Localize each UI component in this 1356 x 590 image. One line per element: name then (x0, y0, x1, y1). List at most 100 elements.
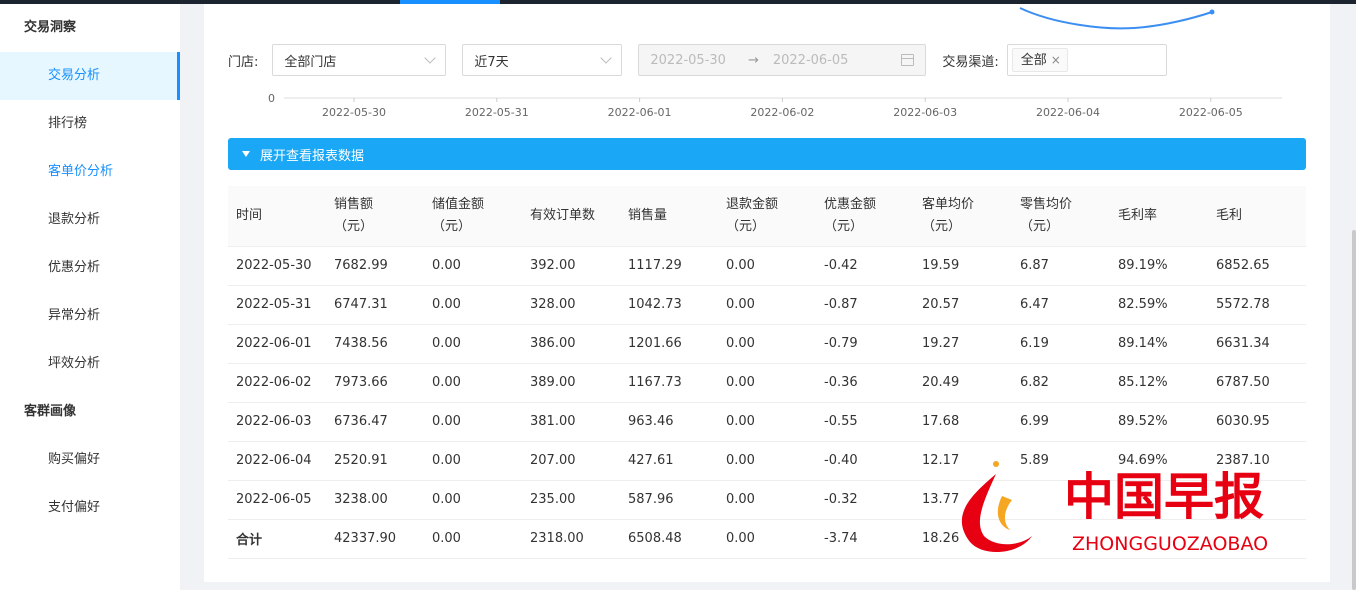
table-total-cell: -3.74 (816, 519, 914, 559)
table-cell: 0.00 (718, 363, 816, 403)
table-total-cell: 0.00 (424, 519, 522, 559)
date-range-picker[interactable]: 2022-05-30 → 2022-06-05 (638, 44, 927, 76)
chart-y-tick-label: 0 (268, 92, 275, 105)
table-cell: 2022-06-05 (228, 480, 326, 520)
table-cell: 389.00 (522, 363, 620, 403)
sidebar-group-title: 客群画像 (24, 404, 77, 419)
table-cell: -0.42 (816, 246, 914, 286)
table-header-cell: 销售量 (620, 186, 718, 247)
table-cell: 0.00 (424, 402, 522, 442)
close-icon[interactable]: × (1051, 53, 1061, 67)
table-cell: 6030.95 (1208, 402, 1306, 442)
table-cell: 328.00 (522, 285, 620, 325)
table-header-text: 毛利 (1216, 207, 1243, 223)
sidebar-item[interactable]: 异常分析 (0, 292, 180, 340)
table-cell: -0.32 (816, 480, 914, 520)
table-cell (1012, 480, 1110, 520)
table-header-cell: 储值金额 （元） (424, 186, 522, 247)
expand-report-label: 展开查看报表数据 (260, 148, 365, 164)
table-cell: 5.89 (1012, 441, 1110, 481)
date-range-arrow: → (747, 52, 759, 68)
sidebar-item[interactable]: 坪效分析 (0, 340, 180, 388)
table-cell: 0.00 (424, 480, 522, 520)
table-header-text: 销售量 (628, 207, 668, 223)
table-total-cell: 42337.90 (326, 519, 424, 559)
period-select[interactable]: 近7天 (462, 44, 623, 76)
report-table: 时间 销售额 （元） 储值金额 （元） 有效订单数 销售量 退款金额 （元） 优惠金额 （元） 客单均… (228, 186, 1306, 559)
table-total-cell: 0.00 (718, 519, 816, 559)
sidebar-item[interactable]: 优惠分析 (0, 244, 180, 292)
channel-tag: 全部 × (1011, 48, 1068, 72)
table-cell: 1117.29 (620, 246, 718, 286)
date-range-start: 2022-05-30 (650, 52, 726, 68)
table-cell: 19.59 (914, 246, 1012, 286)
table-row: 2022-06-03 6736.47 0.00 381.00 963.46 0.00 -0.… (228, 402, 1306, 442)
table-cell: 0.00 (718, 324, 816, 364)
table-total-cell: 2318.00 (522, 519, 620, 559)
table-header-cell: 毛利 (1208, 186, 1306, 247)
channel-select[interactable]: 全部 × (1006, 44, 1167, 76)
sidebar-item[interactable]: 排行榜 (0, 100, 180, 148)
table-cell: 5572.78 (1208, 285, 1306, 325)
table-cell: 0.00 (424, 441, 522, 481)
table-cell: 386.00 (522, 324, 620, 364)
sidebar-item[interactable]: 购买偏好 (0, 436, 180, 484)
table-header-text: （元） (824, 218, 864, 234)
page-scrollbar[interactable] (1352, 230, 1356, 590)
table-cell: 6747.31 (326, 285, 424, 325)
chart-series-line (1019, 7, 1213, 30)
table-row: 2022-06-01 7438.56 0.00 386.00 1201.66 0.00 -0… (228, 324, 1306, 364)
store-select[interactable]: 全部门店 (272, 44, 447, 76)
table-header-cell: 退款金额 （元） (718, 186, 816, 247)
chart-x-tick-label: 2022-05-31 (464, 106, 529, 119)
table-total-cell (1012, 519, 1110, 559)
store-filter-label: 门店: (228, 54, 259, 70)
table-cell: 6.47 (1012, 285, 1110, 325)
table-cell: -0.40 (816, 441, 914, 481)
table-cell: 89.19% (1110, 246, 1208, 286)
table-cell: 89.52% (1110, 402, 1208, 442)
table-header-text: 零售均价 (1020, 196, 1073, 212)
table-cell: -0.79 (816, 324, 914, 364)
table-cell: 20.57 (914, 285, 1012, 325)
chevron-down-icon (424, 52, 437, 64)
table-cell: 94.69% (1110, 441, 1208, 481)
table-cell: 0.00 (718, 480, 816, 520)
chart-x-tick-label: 2022-06-05 (1178, 106, 1243, 119)
table-cell (1208, 480, 1306, 520)
table-header-cell: 毛利率 (1110, 186, 1208, 247)
table-header-cell: 客单均价 （元） (914, 186, 1012, 247)
table-cell: 0.00 (424, 246, 522, 286)
table-header-text: 时间 (236, 207, 263, 223)
table-header-text: 有效订单数 (530, 207, 596, 223)
table-cell: 6852.65 (1208, 246, 1306, 286)
table-total-cell: 18.26 (914, 519, 1012, 559)
chart-x-tick-label: 2022-06-02 (750, 106, 815, 119)
table-cell: 2022-05-31 (228, 285, 326, 325)
table-cell: 2387.10 (1208, 441, 1306, 481)
table-cell: 392.00 (522, 246, 620, 286)
table-cell: 427.61 (620, 441, 718, 481)
sidebar-item[interactable]: 退款分析 (0, 196, 180, 244)
table-total-cell (1208, 519, 1306, 559)
table-cell: 6787.50 (1208, 363, 1306, 403)
table-cell: 6.82 (1012, 363, 1110, 403)
table-header-text: 储值金额 (432, 196, 485, 212)
sidebar-item[interactable]: 客单价分析 (0, 148, 180, 196)
table-header-text: 客单均价 (922, 196, 975, 212)
table-cell: 0.00 (718, 402, 816, 442)
sidebar-item[interactable]: 支付偏好 (0, 484, 180, 532)
table-cell: 587.96 (620, 480, 718, 520)
table-cell: 89.14% (1110, 324, 1208, 364)
table-cell: 2022-06-04 (228, 441, 326, 481)
table-row: 2022-06-05 3238.00 0.00 235.00 587.96 0.00 -0.… (228, 480, 1306, 520)
table-cell: 381.00 (522, 402, 620, 442)
caret-down-icon (242, 151, 250, 157)
expand-report-button[interactable]: 展开查看报表数据 (228, 138, 1306, 170)
table-cell: 6.19 (1012, 324, 1110, 364)
sidebar-item[interactable]: 交易分析 (0, 52, 180, 100)
table-cell: 6.99 (1012, 402, 1110, 442)
channel-filter-label: 交易渠道: (942, 54, 999, 70)
table-row: 2022-06-02 7973.66 0.00 389.00 1167.73 0.00 -0… (228, 363, 1306, 403)
table-cell: 7973.66 (326, 363, 424, 403)
